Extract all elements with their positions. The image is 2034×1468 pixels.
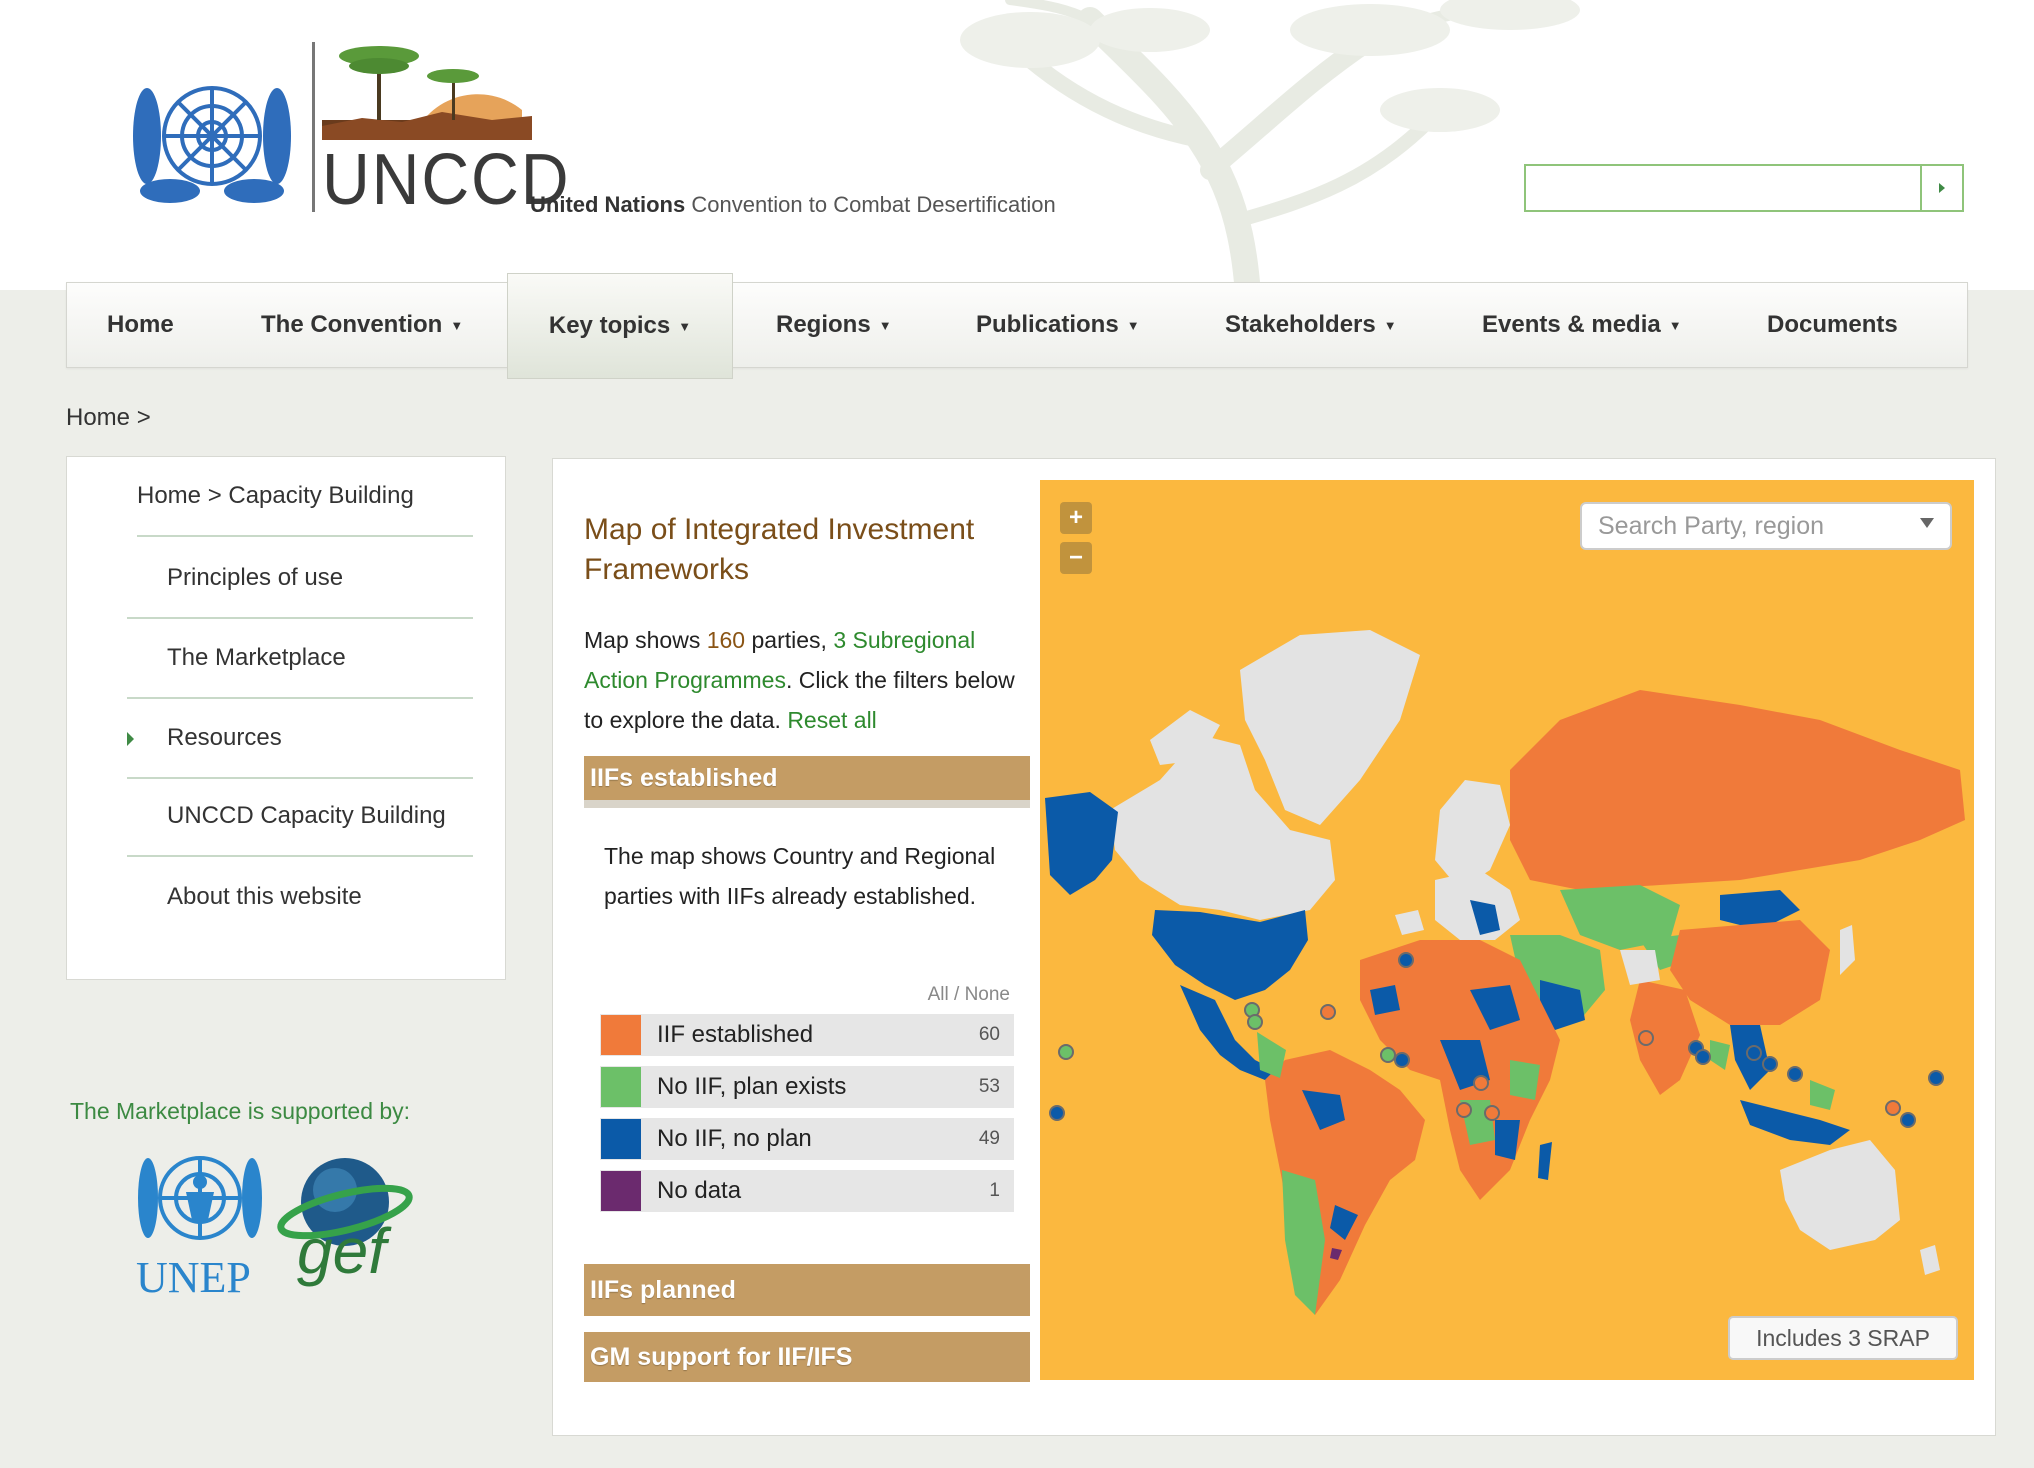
logo-divider — [312, 42, 315, 212]
legend-filter-no-data[interactable]: No data 1 — [600, 1170, 1014, 1212]
accordion-iifs-established[interactable]: IIFs established — [584, 756, 1030, 808]
sidebar-item-the-marketplace[interactable]: The Marketplace — [127, 619, 473, 699]
site-search — [1524, 164, 1964, 212]
nav-label: Publications — [976, 311, 1119, 338]
site-search-input[interactable] — [1526, 166, 1916, 210]
legend-filter-plan-exists[interactable]: No IIF, plan exists 53 — [600, 1066, 1014, 1108]
world-map[interactable]: + − Search Party, region Includes 3 SRAP — [1040, 480, 1974, 1380]
legend-swatch — [601, 1067, 641, 1107]
reset-all-link[interactable]: Reset all — [787, 707, 876, 733]
legend-swatch — [601, 1015, 641, 1055]
sidebar-item-label: Principles of use — [167, 564, 344, 591]
site-search-button[interactable] — [1920, 166, 1962, 210]
gef-logo[interactable]: gef — [275, 1150, 415, 1287]
nav-publications[interactable]: Publications ▼ — [976, 283, 1166, 367]
zoom-in-button[interactable]: + — [1060, 502, 1092, 534]
nav-label: Home — [107, 311, 174, 338]
nav-label: Regions — [776, 311, 871, 338]
tagline-rest: Convention to Combat Desertification — [685, 192, 1056, 217]
main-nav: Home The Convention ▼ Key topics ▼ Regions… — [66, 273, 1968, 379]
nav-the-convention[interactable]: The Convention ▼ — [261, 283, 491, 367]
desc-mid: parties, — [745, 627, 834, 653]
desc-prefix: Map shows — [584, 627, 707, 653]
nav-events-media[interactable]: Events & media ▼ — [1482, 283, 1702, 367]
tagline-bold: United Nations — [530, 192, 686, 217]
panel-title: Map of Integrated Investment Frameworks — [584, 513, 975, 586]
nav-stakeholders[interactable]: Stakeholders ▼ — [1225, 283, 1425, 367]
nav-documents[interactable]: Documents — [1767, 283, 1917, 367]
accordion-body-text: The map shows Country and Regional parti… — [604, 843, 996, 909]
dropdown-caret-icon — [1920, 518, 1934, 528]
nav-regions[interactable]: Regions ▼ — [776, 283, 936, 367]
sidebar-item-label: UNCCD Capacity Building — [167, 802, 446, 829]
caret-down-icon: ▼ — [678, 318, 692, 334]
legend-swatch — [601, 1171, 641, 1211]
accordion-iifs-planned[interactable]: IIFs planned — [584, 1264, 1030, 1316]
legend-label: No IIF, plan exists — [657, 1073, 847, 1100]
zoom-out-button[interactable]: − — [1060, 542, 1092, 574]
accordion-gm-support[interactable]: GM support for IIF/IFS — [584, 1332, 1030, 1382]
sidebar-item-label: Resources — [167, 724, 282, 751]
gef-label: gef — [297, 1215, 386, 1287]
sidebar-item-label: Home > Capacity Building — [137, 482, 414, 509]
sidebar: Home > Capacity Building Principles of u… — [66, 456, 506, 980]
sidebar-item-capacity-building[interactable]: Home > Capacity Building — [137, 457, 473, 537]
includes-srap-button[interactable]: Includes 3 SRAP — [1728, 1316, 1958, 1360]
supported-by-label: The Marketplace is supported by: — [70, 1098, 411, 1124]
nav-home[interactable]: Home — [107, 283, 207, 367]
all-none-toggle[interactable]: All / None — [880, 984, 1010, 1006]
legend-count: 53 — [978, 1076, 1000, 1097]
nav-label: The Convention — [261, 311, 443, 338]
header-tagline: United Nations Convention to Combat Dese… — [530, 192, 1056, 218]
unep-label: UNEP — [136, 1253, 251, 1302]
nav-label: Stakeholders — [1225, 311, 1376, 338]
sidebar-item-about[interactable]: About this website — [127, 857, 473, 937]
parties-count: 160 — [706, 627, 746, 653]
unep-logo[interactable]: UNEP — [130, 1140, 270, 1302]
legend-count: 60 — [978, 1024, 1000, 1045]
sidebar-item-unccd-capacity-building[interactable]: UNCCD Capacity Building — [127, 777, 473, 857]
caret-down-icon: ▼ — [1126, 317, 1140, 333]
site-header: UNCCD United Nations Convention to Comba… — [0, 0, 2034, 330]
acacia-sunset-icon — [322, 46, 532, 140]
play-arrow-icon — [1939, 183, 1945, 193]
caret-down-icon: ▼ — [1668, 317, 1682, 333]
sidebar-item-label: The Marketplace — [167, 644, 346, 671]
caret-down-icon: ▼ — [1383, 317, 1397, 333]
party-search-placeholder: Search Party, region — [1598, 511, 1825, 540]
nav-label: Documents — [1767, 311, 1898, 338]
nav-key-topics[interactable]: Key topics ▼ — [507, 273, 733, 379]
legend-swatch — [601, 1119, 641, 1159]
legend-filter-no-plan[interactable]: No IIF, no plan 49 — [600, 1118, 1014, 1160]
nav-label: Key topics — [548, 312, 671, 339]
legend-label: No data — [657, 1177, 742, 1204]
legend-filter-iif-established[interactable]: IIF established 60 — [600, 1014, 1014, 1056]
sidebar-item-principles-of-use[interactable]: Principles of use — [127, 539, 473, 619]
world-map-canvas — [1045, 630, 1965, 1315]
legend-count: 1 — [989, 1180, 1000, 1201]
nav-label: Events & media — [1482, 311, 1661, 338]
legend-label: No IIF, no plan — [657, 1125, 812, 1152]
caret-down-icon: ▼ — [878, 317, 892, 333]
sidebar-item-label: About this website — [167, 883, 362, 910]
un-emblem-icon — [133, 86, 291, 203]
legend-count: 49 — [978, 1128, 1000, 1149]
legend-label: IIF established — [657, 1021, 814, 1048]
caret-down-icon: ▼ — [450, 317, 464, 333]
party-region-search[interactable]: Search Party, region — [1580, 502, 1952, 550]
panel-description: Map shows 160 parties, 3 Subregional Act… — [584, 620, 1024, 740]
sidebar-item-resources[interactable]: Resources — [127, 699, 473, 779]
breadcrumb[interactable]: Home > — [66, 404, 151, 432]
